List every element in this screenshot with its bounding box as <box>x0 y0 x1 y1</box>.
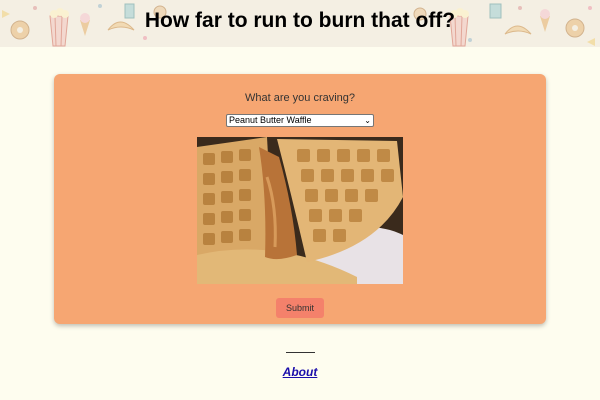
submit-button[interactable]: Submit <box>276 298 324 318</box>
footer-divider <box>286 352 315 353</box>
about-link-container: About <box>0 363 600 381</box>
food-select[interactable]: Peanut Butter Waffle ⌄ <box>226 114 374 127</box>
page-title: How far to run to burn that off? <box>144 9 456 32</box>
waffle-illustration <box>197 137 403 284</box>
header-banner: How far to run to burn that off? <box>0 0 600 47</box>
about-link[interactable]: About <box>283 365 318 379</box>
craving-form-card: What are you craving? Peanut Butter Waff… <box>54 74 546 324</box>
chevron-down-icon: ⌄ <box>364 116 371 125</box>
craving-question: What are you craving? <box>244 92 356 104</box>
food-select-value: Peanut Butter Waffle <box>229 115 312 125</box>
food-image <box>197 137 403 284</box>
